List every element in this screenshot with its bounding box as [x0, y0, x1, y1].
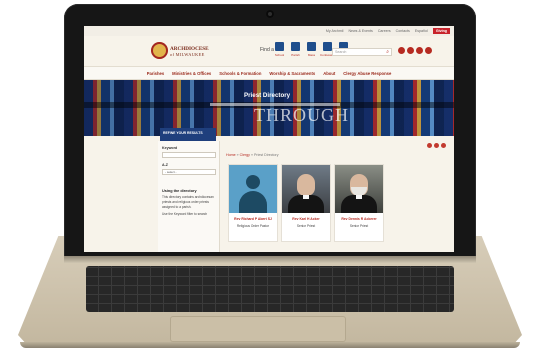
- webcam: [266, 10, 274, 18]
- az-select[interactable]: - select -: [162, 169, 216, 175]
- keyboard: [86, 266, 454, 312]
- utility-link-contacts[interactable]: Contacts: [396, 29, 410, 33]
- touchpad: [170, 316, 346, 342]
- nav-clergy-abuse-response[interactable]: Clergy Abuse Response: [343, 71, 391, 76]
- avatar-head: [246, 175, 260, 189]
- laptop-front-lip: [20, 342, 520, 348]
- breadcrumb-clergy[interactable]: Clergy: [240, 153, 250, 157]
- nav-parishes[interactable]: Parishes: [147, 71, 164, 76]
- nav-schools-formation[interactable]: Schools & Formation: [219, 71, 261, 76]
- priest-photo-collar: [356, 195, 362, 199]
- masthead: ARCHDIOCESE of MILWAUKEE Find a School P…: [84, 36, 454, 67]
- priest-name[interactable]: Rev Karl H Acker: [282, 217, 330, 221]
- priest-photo-collar: [303, 195, 309, 199]
- giving-button[interactable]: Giving: [432, 28, 450, 34]
- share-icons: [427, 143, 446, 148]
- utility-link-my-archmil[interactable]: My Archmil: [326, 29, 344, 33]
- facebook-icon[interactable]: [398, 47, 405, 54]
- utility-link-news-events[interactable]: News & Events: [348, 29, 372, 33]
- share-email-icon[interactable]: [434, 143, 439, 148]
- priest-card[interactable]: Rev Richard P Abert SJ Religious Order P…: [228, 164, 278, 242]
- social-links: [398, 47, 432, 54]
- breadcrumb: Home » Clergy » Priest Directory: [226, 153, 450, 157]
- find-school-label: School: [274, 53, 285, 57]
- keyword-input[interactable]: [162, 152, 216, 158]
- priest-card-list: Rev Richard P Abert SJ Religious Order P…: [228, 164, 384, 242]
- page-title: Priest Directory: [244, 92, 291, 99]
- find-parish-label: Parish: [291, 53, 300, 57]
- priest-photo: [335, 165, 383, 213]
- church-icon: [291, 42, 300, 51]
- utility-link-espanol[interactable]: Español: [415, 29, 428, 33]
- using-directory-text: This directory contains archdiocesan pri…: [162, 195, 214, 209]
- priest-name[interactable]: Rev Richard P Abert SJ: [229, 217, 277, 221]
- find-in-label: Find a: [260, 47, 274, 53]
- keyword-hint-text: Use the Keyword filter to search: [162, 212, 208, 216]
- filter-sidebar: Keyword A-Z - select - Using the directo…: [158, 141, 220, 252]
- search-placeholder: Search: [335, 50, 347, 54]
- hero-overlay-text: THROUGH: [254, 105, 349, 125]
- main-nav: Parishes Ministries & Offices Schools & …: [84, 67, 454, 80]
- share-print-icon[interactable]: [441, 143, 446, 148]
- browser-screen: My Archmil News & Events Careers Contact…: [84, 26, 454, 252]
- utility-nav: My Archmil News & Events Careers Contact…: [84, 26, 454, 36]
- brand-line-2: of MILWAUKEE: [170, 52, 205, 57]
- directory-results: Home » Clergy » Priest Directory Rev Ric…: [226, 141, 450, 252]
- keyword-label: Keyword: [162, 146, 178, 150]
- nav-ministries-offices[interactable]: Ministries & Offices: [172, 71, 211, 76]
- twitter-icon[interactable]: [407, 47, 414, 54]
- priest-card[interactable]: Rev Karl H Acker Senior Priest: [281, 164, 331, 242]
- avatar-body: [239, 191, 267, 213]
- az-label: A-Z: [162, 163, 168, 167]
- breadcrumb-current: Priest Directory: [253, 153, 279, 157]
- youtube-icon[interactable]: [425, 47, 432, 54]
- brand-wordmark[interactable]: ARCHDIOCESE of MILWAUKEE: [170, 46, 209, 57]
- hero-banner: Priest Directory THROUGH: [84, 80, 454, 136]
- priest-role: Religious Order Pastor: [236, 224, 270, 228]
- search-icon[interactable]: ⌕: [386, 49, 389, 55]
- priest-role: Senior Priest: [296, 224, 316, 228]
- nav-worship-sacraments[interactable]: Worship & Sacraments: [269, 71, 315, 76]
- instagram-icon[interactable]: [416, 47, 423, 54]
- breadcrumb-home[interactable]: Home: [226, 153, 236, 157]
- chalice-icon: [307, 42, 316, 51]
- find-parish-link[interactable]: Parish: [289, 42, 302, 57]
- priest-photo-face: [297, 174, 315, 196]
- avatar-placeholder-icon: [229, 165, 277, 213]
- school-icon: [275, 42, 284, 51]
- share-facebook-icon[interactable]: [427, 143, 432, 148]
- laptop-hinge: [64, 256, 476, 263]
- search-input[interactable]: Search ⌕: [332, 48, 392, 56]
- find-school-link[interactable]: School: [273, 42, 286, 57]
- priest-photo: [282, 165, 330, 213]
- confession-icon: [323, 42, 332, 51]
- find-mass-link[interactable]: Mass: [305, 42, 318, 57]
- using-directory-heading: Using the directory: [162, 189, 197, 193]
- utility-link-careers[interactable]: Careers: [378, 29, 391, 33]
- priest-card[interactable]: Rev Dennis R Ackerer Senior Priest: [334, 164, 384, 242]
- archdiocese-seal-icon[interactable]: [151, 42, 168, 59]
- find-mass-label: Mass: [307, 53, 316, 57]
- priest-name[interactable]: Rev Dennis R Ackerer: [335, 217, 383, 221]
- nav-about[interactable]: About: [323, 71, 335, 76]
- refine-results-header: REFINE YOUR RESULTS: [160, 128, 216, 141]
- priest-role: Senior Priest: [349, 224, 369, 228]
